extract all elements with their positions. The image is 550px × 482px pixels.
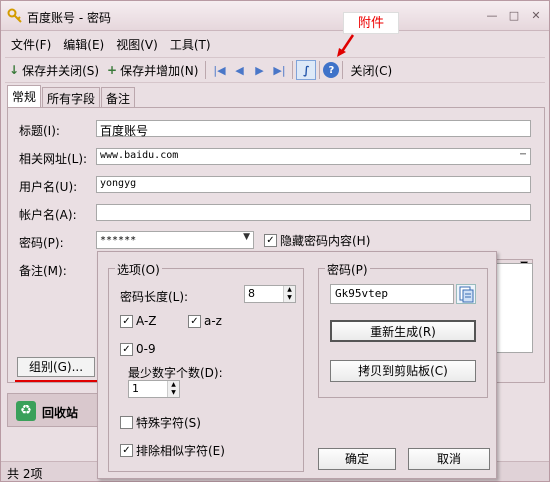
tab-strip: 常规 所有字段 备注 xyxy=(7,85,136,109)
save-close-button[interactable]: ↓ 保存并关闭(S) xyxy=(5,60,103,81)
password-field[interactable]: ****** ▼ xyxy=(96,231,254,249)
maximize-button[interactable]: □ xyxy=(505,7,523,23)
close-button[interactable]: 关闭(C) xyxy=(346,60,396,81)
red-underline xyxy=(15,380,99,382)
checkbox-checked-icon: ✓ xyxy=(120,314,133,328)
lowercase-checkbox[interactable]: ✓ a-z xyxy=(188,314,222,328)
dropdown-icon[interactable]: ▼ xyxy=(243,232,250,242)
title-field[interactable]: 百度账号 xyxy=(96,120,531,138)
ok-button[interactable]: 确定 xyxy=(318,448,396,470)
attachment-callout: 附件 xyxy=(343,12,399,34)
window-title: 百度账号 - 密码 xyxy=(27,11,111,25)
checkbox-checked-icon: ✓ xyxy=(188,314,201,328)
help-icon[interactable]: ? xyxy=(323,62,340,78)
tab-notes[interactable]: 备注 xyxy=(101,87,136,109)
password-label: 密码(P): xyxy=(19,236,64,250)
save-icon: ↓ xyxy=(9,63,20,77)
first-record-icon[interactable]: |◀ xyxy=(209,64,229,77)
spinner-arrows-icon[interactable]: ▲ ▼ xyxy=(283,286,295,302)
min-digits-spinner[interactable]: 1 ▲ ▼ xyxy=(128,380,180,398)
prev-record-icon[interactable]: ◀ xyxy=(229,64,249,77)
copy-icon[interactable] xyxy=(456,284,476,304)
checkbox-checked-icon: ✓ xyxy=(120,444,133,457)
menu-view[interactable]: 视图(V) xyxy=(110,33,164,55)
callout-arrow-icon xyxy=(337,34,355,57)
recycle-bin-label: 回收站 xyxy=(42,406,79,420)
password-edit-window: 百度账号 - 密码 — □ ✕ 附件 文件(F) 编辑(E) 视图(V) 工具(… xyxy=(0,0,550,482)
username-field[interactable]: yongyg xyxy=(96,176,531,193)
url-label: 相关网址(L): xyxy=(19,152,88,166)
spinner-arrows-icon[interactable]: ▲ ▼ xyxy=(167,381,179,397)
status-text: 共 2项 xyxy=(7,467,43,481)
tab-general[interactable]: 常规 xyxy=(7,85,42,109)
notes-label: 备注(M): xyxy=(19,264,67,278)
toolbar: ↓ 保存并关闭(S) + 保存并增加(N) |◀ ◀ ▶ ▶| ∫ ? 关闭(C… xyxy=(5,57,545,83)
group-button[interactable]: 组别(G)... xyxy=(17,357,95,377)
attachment-icon[interactable]: ∫ xyxy=(296,60,317,80)
password-generator-popup: 选项(O) 密码长度(L): 8 ▲ ▼ ✓ A-Z ✓ a-z ✓ 0-9 最少… xyxy=(97,251,497,479)
menu-edit[interactable]: 编辑(E) xyxy=(57,33,110,55)
hide-password-checkbox[interactable]: ✓ 隐藏密码内容(H) xyxy=(264,232,370,249)
options-title: 选项(O) xyxy=(115,261,162,278)
length-spinner[interactable]: 8 ▲ ▼ xyxy=(244,285,296,303)
clipboard-icon xyxy=(459,286,474,303)
cancel-button[interactable]: 取消 xyxy=(408,448,490,470)
min-digits-label: 最少数字个数(D): xyxy=(128,366,223,380)
more-icon[interactable]: ⋯ xyxy=(520,149,526,160)
recycle-icon: ♻ xyxy=(16,401,36,421)
checkbox-checked-icon: ✓ xyxy=(264,234,277,247)
uppercase-checkbox[interactable]: ✓ A-Z xyxy=(120,314,157,328)
account-label: 帐户名(A): xyxy=(19,208,77,222)
exclude-similar-checkbox[interactable]: ✓ 排除相似字符(E) xyxy=(120,442,225,459)
username-label: 用户名(U): xyxy=(19,180,78,194)
checkbox-checked-icon: ✓ xyxy=(120,342,133,356)
menu-file[interactable]: 文件(F) xyxy=(5,33,57,55)
length-label: 密码长度(L): xyxy=(120,290,189,304)
save-add-button[interactable]: + 保存并增加(N) xyxy=(103,60,202,81)
account-field[interactable] xyxy=(96,204,531,221)
copy-to-clipboard-button[interactable]: 拷贝到剪贴板(C) xyxy=(330,360,476,382)
minimize-button[interactable]: — xyxy=(483,7,501,23)
password-group-title: 密码(P) xyxy=(325,261,370,278)
last-record-icon[interactable]: ▶| xyxy=(269,64,289,77)
generated-password-field[interactable]: Gk95vtep xyxy=(330,284,454,304)
tab-all-fields[interactable]: 所有字段 xyxy=(42,87,101,109)
close-window-button[interactable]: ✕ xyxy=(527,7,545,23)
menu-tools[interactable]: 工具(T) xyxy=(164,33,217,55)
next-record-icon[interactable]: ▶ xyxy=(249,64,269,77)
title-bar: 百度账号 - 密码 — □ ✕ xyxy=(1,1,549,31)
save-add-icon: + xyxy=(107,63,118,77)
menu-bar: 文件(F) 编辑(E) 视图(V) 工具(T) xyxy=(5,33,217,55)
key-icon xyxy=(7,8,22,23)
checkbox-unchecked-icon xyxy=(120,416,133,429)
digits-checkbox[interactable]: ✓ 0-9 xyxy=(120,342,156,356)
special-chars-checkbox[interactable]: 特殊字符(S) xyxy=(120,414,201,431)
url-field[interactable]: www.baidu.com ⋯ xyxy=(96,148,531,165)
title-label: 标题(I): xyxy=(19,124,60,138)
regenerate-button[interactable]: 重新生成(R) xyxy=(330,320,476,342)
